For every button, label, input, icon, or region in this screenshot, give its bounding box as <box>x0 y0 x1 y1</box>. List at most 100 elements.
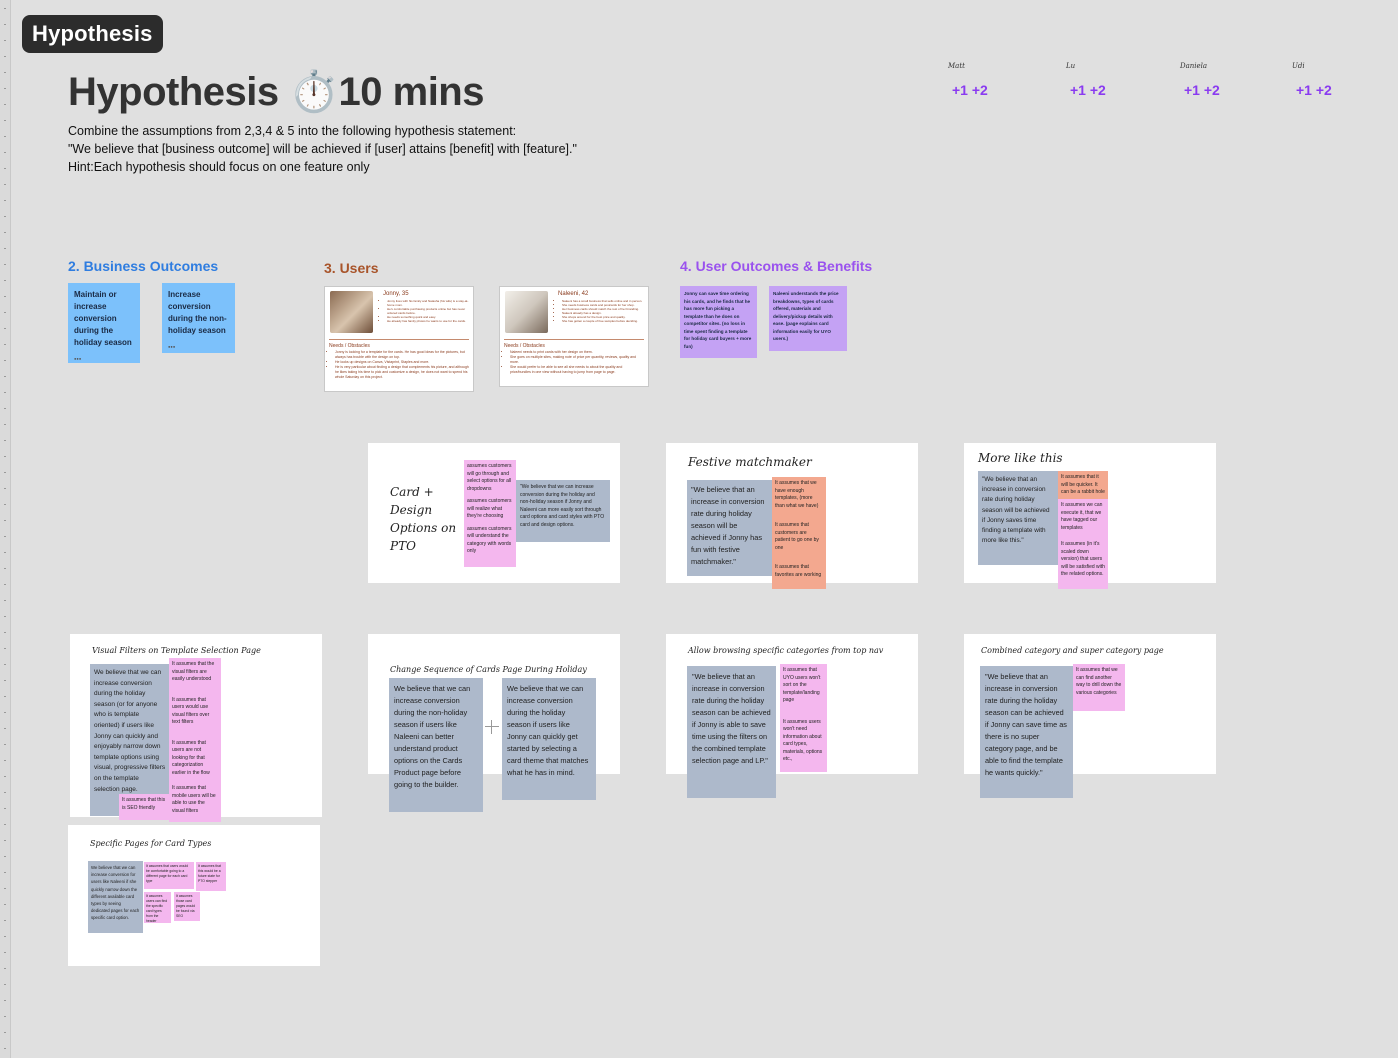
sticky-text: Maintain or increase conversion during t… <box>74 290 132 347</box>
sticky-hypothesis[interactable]: "We believe that an increase in conversi… <box>980 666 1073 798</box>
sticky-assumption[interactable]: It assumes that we can find another way … <box>1073 664 1125 711</box>
vertical-ruler[interactable] <box>0 0 11 1058</box>
sticky-business-outcome-1[interactable]: Maintain or increase conversion during t… <box>68 283 140 363</box>
persona-bullets: Jonny lives with his family and Natasha … <box>381 299 469 323</box>
sticky-hypothesis[interactable]: "We believe that an increase in conversi… <box>687 666 776 798</box>
frame-festive-matchmaker[interactable]: Festive matchmaker "We believe that an i… <box>666 443 918 589</box>
intro-line-1: Combine the assumptions from 2,3,4 & 5 i… <box>68 124 517 138</box>
ruler-tick <box>4 792 6 793</box>
ruler-tick <box>4 200 6 201</box>
sticky-assumptions[interactable]: It assumes that UYO users won't sort on … <box>780 664 827 772</box>
ruler-tick <box>4 24 6 25</box>
voter-name: Matt <box>948 62 965 70</box>
frame-more-like-this[interactable]: More like this "We believe that an incre… <box>964 443 1216 589</box>
voter-daniela: Daniela +1 +2 <box>1180 62 1270 98</box>
vote-badge[interactable]: +1 +2 <box>1184 82 1270 98</box>
voter-udi: Udi +1 +2 <box>1292 62 1382 98</box>
sticky-assumption[interactable]: It assumes that users would be comfortab… <box>144 862 194 889</box>
ruler-tick <box>4 568 6 569</box>
sticky-assumptions[interactable]: assumes customers will go through and se… <box>464 460 516 567</box>
ruler-tick <box>4 1000 6 1001</box>
persona-card-naleeni[interactable]: Naleeni, 42 Naleeni has a small business… <box>499 286 649 387</box>
page-title: Hypothesis ⏱️10 mins <box>68 70 485 114</box>
ruler-tick <box>4 632 6 633</box>
ruler-tick <box>4 328 6 329</box>
section-users: 3. Users <box>324 260 379 276</box>
sticky-text: Naleeni understands the price breakdowns… <box>773 291 839 341</box>
voter-name: Udi <box>1292 62 1305 70</box>
intro-text: Combine the assumptions from 2,3,4 & 5 i… <box>68 122 577 176</box>
vote-badge[interactable]: +1 +2 <box>952 82 1038 98</box>
sticky-assumption[interactable]: It assumes users can find the specific c… <box>144 892 171 923</box>
frame-title: Specific Pages for Card Types <box>90 839 212 848</box>
voter-name: Daniela <box>1180 62 1208 70</box>
sticky-assumption[interactable]: It assumes that it will be quicker. It c… <box>1058 471 1108 499</box>
ruler-tick <box>4 440 6 441</box>
vote-badge[interactable]: +1 +2 <box>1296 82 1382 98</box>
sticky-assumption[interactable]: It assumes that this would be a future s… <box>196 862 226 891</box>
ruler-tick <box>4 696 6 697</box>
sticky-text: Increase conversion during the non-holid… <box>168 290 227 335</box>
persona-photo <box>330 291 373 333</box>
sticky-hypothesis[interactable]: "We believe that we can increase convers… <box>516 480 610 542</box>
frame-browsing-categories[interactable]: Allow browsing specific categories from … <box>666 634 918 798</box>
ruler-tick <box>4 920 6 921</box>
sticky-assumptions[interactable]: It assumes that the visual filters are e… <box>169 658 221 822</box>
divider <box>504 339 644 340</box>
sticky-benefit-naleeni[interactable]: Naleeni understands the price breakdowns… <box>769 286 847 351</box>
sticky-hypothesis[interactable]: "We believe that an increase in conversi… <box>687 480 772 576</box>
frame-combined-category[interactable]: Combined category and super category pag… <box>964 634 1216 798</box>
sticky-author: ●●● <box>168 344 176 349</box>
ruler-tick <box>4 1016 6 1017</box>
ruler-tick <box>4 888 6 889</box>
ruler-tick <box>4 56 6 57</box>
sticky-benefit-jonny[interactable]: Jonny can save time ordering his cards, … <box>680 286 757 358</box>
sticky-assumptions[interactable]: It assumes that we have enough templates… <box>772 477 826 589</box>
sticky-hypothesis-holiday[interactable]: We believe that we can increase conversi… <box>502 678 596 800</box>
ruler-tick <box>4 472 6 473</box>
ruler-tick <box>4 120 6 121</box>
ruler-tick <box>4 40 6 41</box>
ruler-tick <box>4 8 6 9</box>
ruler-tick <box>4 248 6 249</box>
frame-change-sequence[interactable]: Change Sequence of Cards Page During Hol… <box>368 634 620 812</box>
ruler-tick <box>4 520 6 521</box>
sticky-hypothesis[interactable]: "We believe that an increase in conversi… <box>978 471 1058 565</box>
frame-card-design-options[interactable]: Card + Design Options on PTO assumes cus… <box>368 443 620 583</box>
frame-tag-hypothesis[interactable]: Hypothesis <box>22 15 163 53</box>
ruler-tick <box>4 216 6 217</box>
sticky-author: ●●● <box>74 356 82 361</box>
sticky-business-outcome-2[interactable]: Increase conversion during the non-holid… <box>162 283 235 353</box>
frame-visual-filters[interactable]: Visual Filters on Template Selection Pag… <box>70 634 322 822</box>
sticky-assumption[interactable]: It assumes we can execute it, that we ha… <box>1058 499 1108 589</box>
voter-matt: Matt +1 +2 <box>948 62 1038 98</box>
sticky-hypothesis[interactable]: We believe that we can increase conversi… <box>88 861 143 933</box>
ruler-tick <box>4 584 6 585</box>
frame-specific-pages[interactable]: Specific Pages for Card Types We believe… <box>68 825 320 966</box>
ruler-tick <box>4 424 6 425</box>
sticky-assumption[interactable]: It assumes those card pages would be fou… <box>174 892 200 921</box>
vote-badge[interactable]: +1 +2 <box>1070 82 1156 98</box>
ruler-tick <box>4 536 6 537</box>
ruler-tick <box>4 232 6 233</box>
persona-card-jonny[interactable]: Jonny, 35 Jonny lives with his family an… <box>324 286 474 392</box>
frame-title: Card + Design Options on PTO <box>390 485 457 553</box>
plus-icon <box>485 720 499 734</box>
ruler-tick <box>4 392 6 393</box>
ruler-tick <box>4 504 6 505</box>
ruler-tick <box>4 360 6 361</box>
frame-title: More like this <box>978 451 1063 465</box>
ruler-tick <box>4 1032 6 1033</box>
frame-title: Visual Filters on Template Selection Pag… <box>92 646 261 655</box>
ruler-tick <box>4 488 6 489</box>
ruler-tick <box>4 104 6 105</box>
frame-title: Change Sequence of Cards Page During Hol… <box>390 665 587 674</box>
ruler-tick <box>4 952 6 953</box>
section-business-outcomes: 2. Business Outcomes <box>68 258 219 274</box>
ruler-tick <box>4 776 6 777</box>
sticky-hypothesis-non-holiday[interactable]: We believe that we can increase conversi… <box>389 678 483 812</box>
ruler-tick <box>4 728 6 729</box>
sticky-assumption-seo[interactable]: It assumes that this is SEO friendly <box>119 794 171 820</box>
ruler-tick <box>4 760 6 761</box>
divider <box>329 339 469 340</box>
